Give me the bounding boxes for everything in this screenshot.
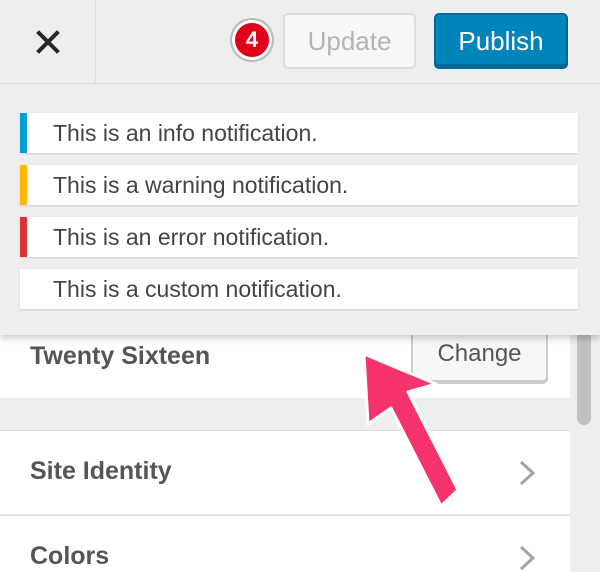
- customizer-header: 4 Update Publish: [0, 0, 600, 84]
- notification-drawer: This is an info notification. This is a …: [0, 85, 600, 335]
- close-icon: [35, 30, 60, 54]
- section-label: Site Identity: [30, 457, 172, 485]
- notification-count-badge[interactable]: 4: [232, 20, 272, 60]
- warning-notification: This is a warning notification.: [20, 165, 578, 205]
- section-colors[interactable]: Colors: [0, 515, 570, 572]
- theme-name: Twenty Sixteen: [30, 342, 211, 370]
- chevron-right-icon: [519, 545, 536, 571]
- update-button[interactable]: Update: [283, 13, 416, 69]
- info-notification: This is an info notification.: [20, 113, 578, 153]
- custom-notification: This is a custom notification.: [20, 269, 578, 309]
- section-label: Colors: [30, 542, 110, 570]
- close-button[interactable]: [0, 0, 96, 84]
- section-site-identity[interactable]: Site Identity: [0, 430, 570, 514]
- chevron-right-icon: [519, 460, 536, 486]
- error-notification: This is an error notification.: [20, 217, 578, 257]
- publish-button[interactable]: Publish: [434, 13, 568, 69]
- scrollbar-thumb[interactable]: [577, 325, 591, 425]
